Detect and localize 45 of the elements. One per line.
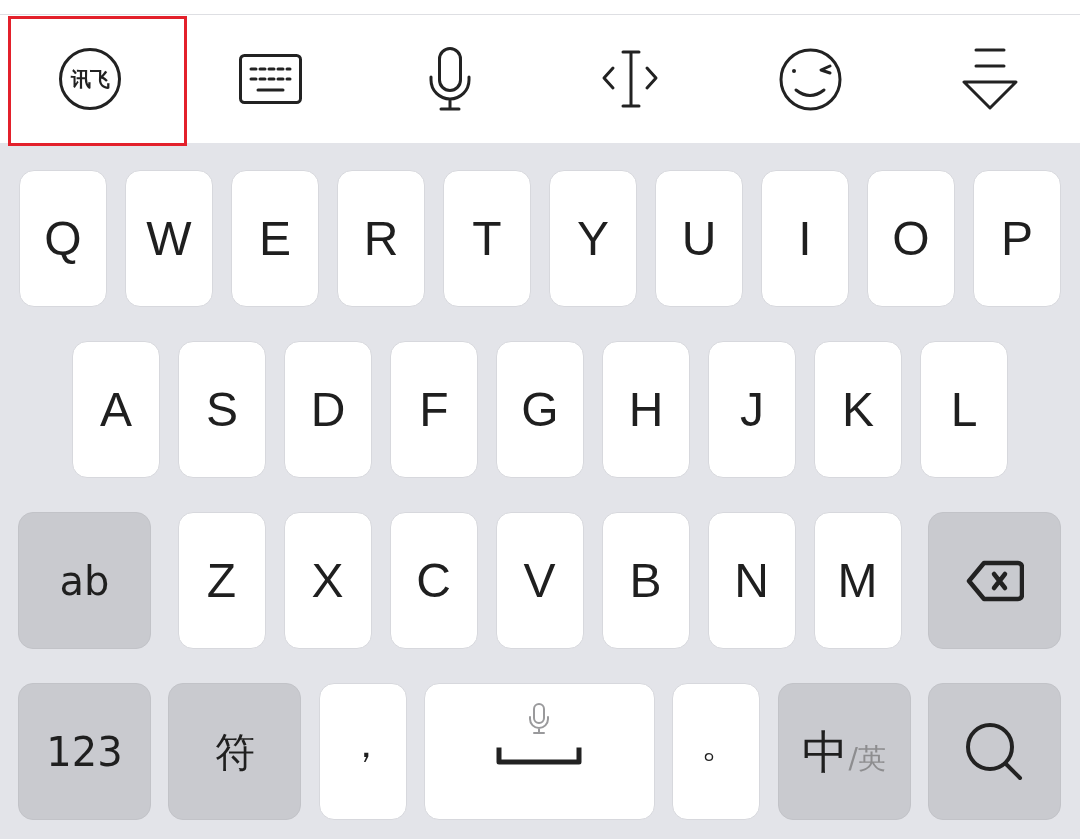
letter-key[interactable]: D xyxy=(284,341,372,478)
search-key[interactable] xyxy=(927,683,1061,820)
letter-key[interactable]: S xyxy=(178,341,266,478)
letter-key[interactable]: J xyxy=(708,341,796,478)
mode-key[interactable]: 符 xyxy=(168,683,302,820)
letter-key[interactable]: Y xyxy=(549,170,637,307)
letter-key[interactable]: W xyxy=(125,170,213,307)
letter-key[interactable]: O xyxy=(867,170,955,307)
letter-key[interactable]: C xyxy=(389,512,478,649)
letter-key[interactable]: I xyxy=(761,170,849,307)
punctuation-key[interactable]: ， xyxy=(318,683,407,820)
letter-key[interactable]: B xyxy=(601,512,690,649)
mode-key[interactable]: ab xyxy=(18,512,151,649)
letter-key[interactable]: A xyxy=(72,341,160,478)
letter-key[interactable]: T xyxy=(443,170,531,307)
letter-key[interactable]: H xyxy=(602,341,690,478)
mode-key[interactable]: 123 xyxy=(18,683,151,820)
down-triangle-icon[interactable] xyxy=(962,47,1018,111)
keyboard-icon[interactable] xyxy=(238,54,302,104)
letter-key[interactable]: R xyxy=(337,170,425,307)
letter-key[interactable]: N xyxy=(707,512,796,649)
letter-key[interactable]: Z xyxy=(177,512,266,649)
letter-key[interactable]: M xyxy=(813,512,902,649)
letter-key[interactable]: P xyxy=(973,170,1061,307)
letter-key[interactable]: E xyxy=(231,170,319,307)
microphone-icon[interactable] xyxy=(429,47,471,111)
letter-key[interactable]: V xyxy=(495,512,584,649)
backspace-key[interactable] xyxy=(928,512,1061,649)
letter-key[interactable]: G xyxy=(496,341,584,478)
letter-key[interactable]: F xyxy=(390,341,478,478)
wink-face-icon[interactable] xyxy=(778,47,842,111)
letter-key[interactable]: L xyxy=(920,341,1008,478)
letter-key[interactable]: K xyxy=(814,341,902,478)
language-key[interactable]: 中/英 xyxy=(777,683,911,820)
search-icon xyxy=(965,721,1024,782)
letter-key[interactable]: U xyxy=(655,170,743,307)
brand-logo[interactable]: 讯飞 xyxy=(59,48,121,110)
backspace-icon xyxy=(965,559,1024,602)
text-cursor-icon[interactable] xyxy=(601,50,659,108)
space-key[interactable] xyxy=(424,683,655,820)
letter-key[interactable]: X xyxy=(283,512,372,649)
microphone-icon xyxy=(529,703,550,734)
space-bar-icon xyxy=(496,745,583,765)
punctuation-key[interactable]: 。 xyxy=(672,683,761,820)
letter-key[interactable]: Q xyxy=(19,170,107,307)
